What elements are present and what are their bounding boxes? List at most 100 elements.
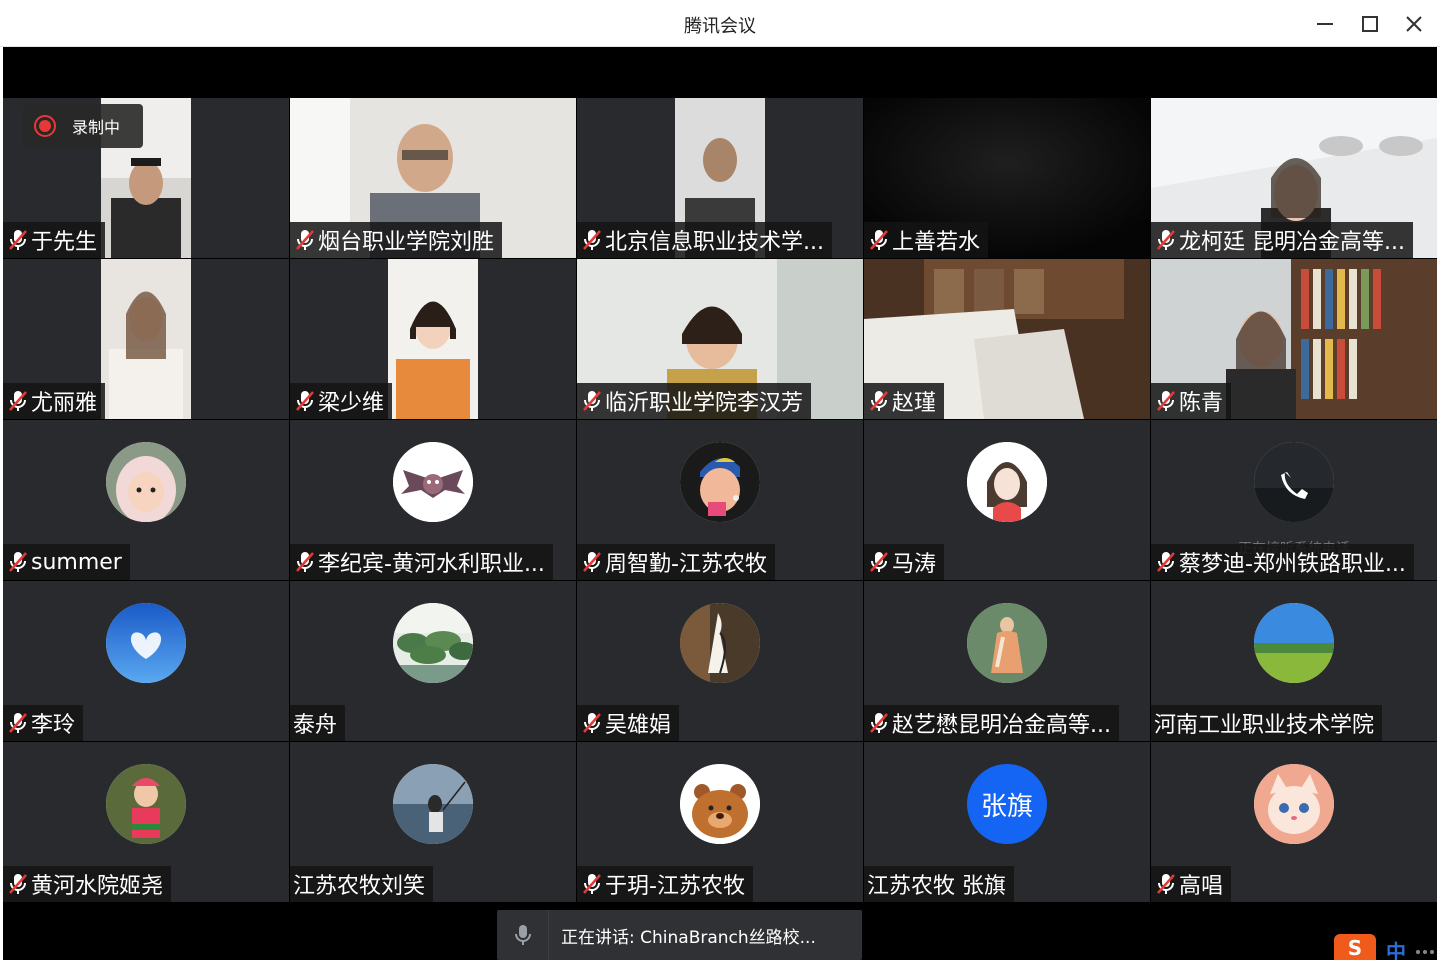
participant-nametag: 高唱	[1151, 866, 1232, 902]
sky-heart-cloud-avatar	[106, 603, 186, 683]
participant-nametag: 烟台职业学院刘胜	[290, 222, 503, 258]
video-feed	[101, 259, 191, 419]
bat-cartoon-avatar	[393, 442, 473, 522]
participant-nametag: 河南工业职业技术学院	[1151, 705, 1383, 741]
participant-tile[interactable]: 马涛	[864, 420, 1150, 580]
participant-name: 蔡梦迪-郑州铁路职业...	[1179, 552, 1406, 577]
participant-nametag: 赵瑾	[864, 383, 945, 419]
girl-illustration-avatar	[967, 442, 1047, 522]
participant-tile[interactable]: 江苏农牧刘笑	[290, 742, 576, 902]
speaking-mic-button[interactable]	[497, 910, 549, 960]
lotus-pond-avatar	[393, 603, 473, 683]
microphone-icon	[514, 925, 531, 945]
participant-tile[interactable]: 张旗 江苏农牧 张旗	[864, 742, 1150, 902]
participant-tile[interactable]: 北京信息职业技术学...	[577, 98, 863, 258]
ime-indicator[interactable]: S 中	[1334, 934, 1440, 960]
recording-indicator[interactable]: 录制中	[23, 104, 143, 148]
participant-nametag: 上善若水	[864, 222, 989, 258]
participant-tile[interactable]: 河南工业职业技术学院	[1151, 581, 1437, 741]
mic-muted-icon	[583, 391, 601, 411]
participant-nametag: 江苏农牧刘笑	[290, 866, 434, 902]
mic-muted-icon	[296, 391, 314, 411]
participant-nametag: 江苏农牧 张旗	[864, 866, 1014, 902]
grassland-avatar	[1254, 603, 1334, 683]
participant-nametag: 吴雄娟	[577, 705, 680, 741]
mic-muted-icon	[1157, 874, 1175, 894]
mic-muted-icon	[870, 552, 888, 572]
participant-tile[interactable]: 临沂职业学院李汉芳	[577, 259, 863, 419]
mic-muted-icon	[9, 230, 27, 250]
classical-painting-avatar	[967, 603, 1047, 683]
participant-tile[interactable]: 泰舟	[290, 581, 576, 741]
participant-name: 赵艺懋昆明冶金高等...	[892, 713, 1111, 738]
participant-nametag: 泰舟	[290, 705, 346, 741]
participant-name: 烟台职业学院刘胜	[318, 230, 495, 255]
participant-name: 北京信息职业技术学...	[605, 230, 824, 255]
mic-muted-icon	[1157, 391, 1175, 411]
participant-tile[interactable]: 正在接听系统电话 蔡梦迪-郑州铁路职业...	[1151, 420, 1437, 580]
participant-name: 李玲	[31, 713, 76, 738]
participant-tile[interactable]: 尤丽雅	[3, 259, 289, 419]
participant-tile[interactable]: 黄河水院姬尧	[3, 742, 289, 902]
participant-tile[interactable]: 李纪宾-黄河水利职业...	[290, 420, 576, 580]
participant-nametag: 蔡梦迪-郑州铁路职业...	[1151, 544, 1414, 580]
girl-photo-avatar	[106, 764, 186, 844]
participant-tile[interactable]: 于玥-江苏农牧	[577, 742, 863, 902]
minimize-icon	[1317, 23, 1333, 25]
mic-muted-icon	[9, 874, 27, 894]
sogou-logo-icon: S	[1334, 934, 1376, 960]
maximize-button[interactable]	[1355, 10, 1385, 38]
participant-tile[interactable]: summer	[3, 420, 289, 580]
participant-nametag: 周智勤-江苏农牧	[577, 544, 775, 580]
participant-tile[interactable]: 周智勤-江苏农牧	[577, 420, 863, 580]
participant-nametag: 尤丽雅	[3, 383, 106, 419]
participant-nametag: 北京信息职业技术学...	[577, 222, 832, 258]
participant-nametag: 龙柯廷 昆明冶金高等...	[1151, 222, 1413, 258]
participant-tile[interactable]: 赵艺懋昆明冶金高等...	[864, 581, 1150, 741]
participant-tile[interactable]: 烟台职业学院刘胜	[290, 98, 576, 258]
participant-tile[interactable]: 陈青	[1151, 259, 1437, 419]
participant-name: 龙柯廷 昆明冶金高等...	[1179, 230, 1405, 255]
mic-muted-icon	[583, 713, 601, 733]
cat-cartoon-avatar	[1254, 764, 1334, 844]
mic-muted-icon	[870, 713, 888, 733]
participant-nametag: 于先生	[3, 222, 106, 258]
text-avatar: 张旗	[967, 764, 1047, 844]
participant-tile[interactable]: 赵瑾	[864, 259, 1150, 419]
ink-painting-avatar	[680, 603, 760, 683]
participant-tile[interactable]: 高唱	[1151, 742, 1437, 902]
participant-tile[interactable]: 龙柯廷 昆明冶金高等...	[1151, 98, 1437, 258]
participant-tile[interactable]: 上善若水	[864, 98, 1150, 258]
mic-muted-icon	[1157, 552, 1175, 572]
mic-muted-icon	[870, 391, 888, 411]
minimize-button[interactable]	[1310, 10, 1340, 38]
participant-name: 泰舟	[293, 713, 338, 738]
participant-nametag: 陈青	[1151, 383, 1232, 419]
mic-muted-icon	[9, 552, 27, 572]
participant-name: 河南工业职业技术学院	[1154, 713, 1375, 738]
mic-muted-icon	[296, 230, 314, 250]
mic-muted-icon	[9, 391, 27, 411]
participant-nametag: 黄河水院姬尧	[3, 866, 172, 902]
participant-nametag: 临沂职业学院李汉芳	[577, 383, 812, 419]
participant-nametag: 马涛	[864, 544, 945, 580]
participant-name: 尤丽雅	[31, 391, 98, 416]
close-button[interactable]	[1399, 10, 1429, 38]
pearl-earring-cartoon-avatar	[680, 442, 760, 522]
participant-tile[interactable]: 吴雄娟	[577, 581, 863, 741]
participant-name: 江苏农牧 张旗	[867, 874, 1006, 899]
ime-mode-label: 中	[1386, 940, 1406, 960]
participant-name: 于玥-江苏农牧	[605, 874, 745, 899]
participant-nametag: 李玲	[3, 705, 84, 741]
record-icon	[34, 115, 56, 137]
participant-name: 马涛	[892, 552, 937, 577]
participant-name: 江苏农牧刘笑	[293, 874, 426, 899]
window-title: 腾讯会议	[684, 16, 756, 37]
participant-name: 陈青	[1179, 391, 1224, 416]
close-icon	[1406, 16, 1422, 32]
participant-tile[interactable]: 梁少维	[290, 259, 576, 419]
mic-muted-icon	[1157, 230, 1175, 250]
participant-tile[interactable]: 李玲	[3, 581, 289, 741]
participant-nametag: 李纪宾-黄河水利职业...	[290, 544, 553, 580]
mic-muted-icon	[583, 874, 601, 894]
